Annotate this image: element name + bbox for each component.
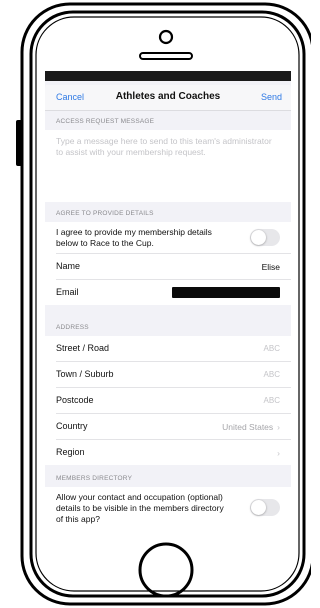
visibility-row: Allow your contact and occupation (optio… [56,487,291,525]
chevron-right-icon: › [277,448,280,458]
visibility-text: Allow your contact and occupation (optio… [56,492,224,524]
section-header-access-request: ACCESS REQUEST MESSAGE [56,118,155,125]
name-value: Elise [261,262,280,272]
visibility-toggle[interactable] [250,499,280,516]
postcode-row[interactable]: Postcode ABC [56,388,291,414]
home-button[interactable] [130,536,202,608]
postcode-label: Postcode [56,395,94,405]
email-row[interactable]: Email [56,280,291,305]
navigation-bar: Cancel Athletes and Coaches Send [45,85,291,111]
chevron-right-icon: › [277,422,280,432]
region-label: Region [56,447,85,457]
town-row[interactable]: Town / Suburb ABC [56,362,291,388]
toggle-knob [251,500,266,515]
screen: Cancel Athletes and Coaches Send ACCESS … [45,71,291,525]
send-button[interactable]: Send [261,92,282,102]
consent-row: I agree to provide my membership details… [56,222,291,254]
consent-toggle[interactable] [250,229,280,246]
street-row[interactable]: Street / Road ABC [56,336,291,362]
name-label: Name [56,261,81,271]
section-header-members-directory: MEMBERS DIRECTORY [56,475,133,482]
name-row[interactable]: Name Elise [56,254,291,280]
town-label: Town / Suburb [56,369,114,379]
country-value: United States › [222,422,280,432]
town-input[interactable]: ABC [264,370,280,379]
consent-text: I agree to provide my membership details… [56,227,212,248]
address-group: Street / Road ABC Town / Suburb ABC Post… [45,336,291,465]
section-header-address: ADDRESS [56,324,89,331]
agree-group: I agree to provide my membership details… [45,222,291,305]
street-input[interactable]: ABC [264,344,280,353]
region-value: › [273,448,280,458]
status-bar [45,71,291,81]
members-directory-group: Allow your contact and occupation (optio… [45,487,291,525]
section-header-agree: AGREE TO PROVIDE DETAILS [56,210,154,217]
country-value-text: United States [222,422,274,432]
toggle-knob [251,230,266,245]
street-label: Street / Road [56,343,110,353]
email-label: Email [56,287,79,297]
access-request-placeholder: Type a message here to send to this team… [56,136,272,157]
region-row[interactable]: Region › [56,440,291,465]
country-row[interactable]: Country United States › [56,414,291,440]
access-request-message-field[interactable]: Type a message here to send to this team… [45,130,291,202]
request-sheet: Cancel Athletes and Coaches Send ACCESS … [45,81,291,525]
country-label: Country [56,421,88,431]
page-title: Athletes and Coaches [115,91,221,102]
email-redacted [172,287,280,298]
postcode-input[interactable]: ABC [264,396,280,405]
